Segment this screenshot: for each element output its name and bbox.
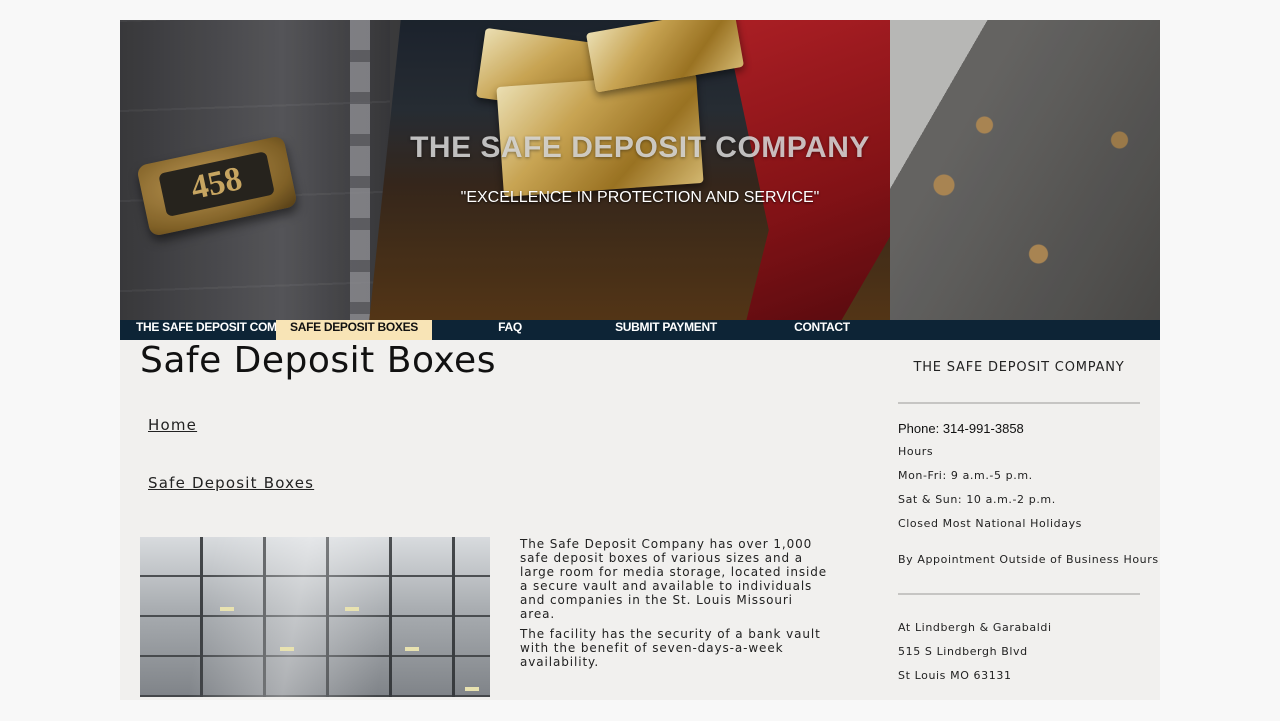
nav-item-contact[interactable]: CONTACT: [744, 320, 900, 340]
sidebar-divider: [898, 402, 1140, 404]
vault-photo: [140, 537, 490, 697]
description-paragraph: The facility has the security of a bank …: [520, 627, 821, 669]
hero-tagline: "EXCELLENCE IN PROTECTION AND SERVICE": [460, 189, 820, 206]
hero-banner: 458 THE SAFE DEPOSIT COMPANY "EXCELLENCE…: [120, 20, 1160, 320]
sidebar-hours-line: Mon-Fri: 9 a.m.-5 p.m.: [898, 469, 1033, 482]
vault-label: [220, 607, 234, 611]
nav-item-home[interactable]: THE SAFE DEPOSIT COMPANY: [120, 320, 276, 340]
breadcrumb-home-link[interactable]: Home: [148, 416, 197, 434]
vault-label: [280, 647, 294, 651]
nav-item-submit-payment[interactable]: SUBMIT PAYMENT: [588, 320, 744, 340]
vault-label: [405, 647, 419, 651]
sidebar-address-line: 515 S Lindbergh Blvd: [898, 645, 1028, 658]
sidebar-company-name: THE SAFE DEPOSIT COMPANY: [913, 360, 1125, 375]
sidebar-hours-line: Sat & Sun: 10 a.m.-2 p.m.: [898, 493, 1056, 506]
breadcrumb-safe-deposit-boxes-link[interactable]: Safe Deposit Boxes: [148, 474, 314, 492]
vault-label: [465, 687, 479, 691]
sidebar-phone: Phone: 314-991-3858: [898, 421, 1024, 436]
page-frame: 458 THE SAFE DEPOSIT COMPANY "EXCELLENCE…: [120, 20, 1160, 700]
hero-tint: [120, 20, 1160, 320]
main-nav: THE SAFE DEPOSIT COMPANY SAFE DEPOSIT BO…: [120, 320, 1160, 340]
nav-item-safe-deposit-boxes[interactable]: SAFE DEPOSIT BOXES: [276, 320, 432, 340]
sidebar-hours-line: Closed Most National Holidays: [898, 517, 1083, 530]
sidebar-divider: [898, 593, 1140, 595]
description-paragraph: The Safe Deposit Company has over 1,000 …: [520, 537, 828, 621]
vault-shine: [140, 537, 490, 697]
sidebar-address-line: At Lindbergh & Garabaldi: [898, 621, 1052, 634]
nav-item-faq[interactable]: FAQ: [432, 320, 588, 340]
hero-title: THE SAFE DEPOSIT COMPANY: [410, 131, 870, 164]
sidebar-appointment: By Appointment Outside of Business Hours: [898, 553, 1159, 566]
page-title: Safe Deposit Boxes: [140, 340, 496, 381]
sidebar-address-line: St Louis MO 63131: [898, 669, 1012, 682]
vault-label: [345, 607, 359, 611]
sidebar-hours-heading: Hours: [898, 445, 934, 458]
